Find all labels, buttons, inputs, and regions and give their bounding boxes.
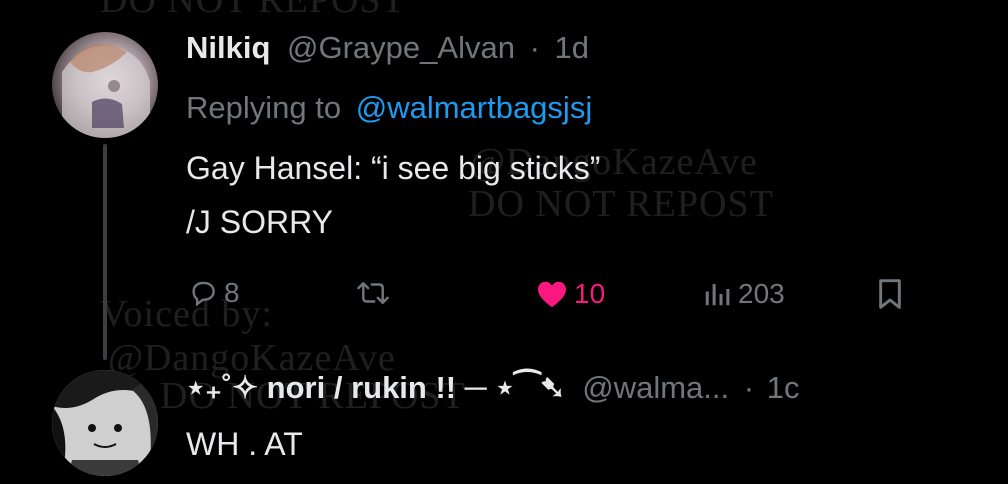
watermark-repost-mid: DO NOT REPOST [468, 183, 774, 225]
reply1-header: Nilkiq @Graype_Alvan · 1d [186, 30, 589, 66]
bookmark-icon [876, 278, 904, 310]
reply1-time[interactable]: 1d [555, 30, 589, 65]
reply1-replying-to: Replying to @walmartbagsjsj [186, 90, 592, 126]
views-action[interactable]: 203 [702, 278, 785, 310]
reply2-display-name[interactable]: ⋆₊˚✧ nori / rukin !! ─ ⋆⁀➷ [186, 370, 566, 405]
watermark-top: DO NOT REPOST [100, 0, 406, 21]
views-count: 203 [738, 278, 785, 309]
repost-icon [356, 278, 390, 308]
repost-action[interactable] [356, 278, 396, 308]
views-icon [702, 279, 732, 309]
reply1-separator: · [529, 30, 540, 65]
reply2-header: ⋆₊˚✧ nori / rukin !! ─ ⋆⁀➷ @walma... · 1… [186, 370, 799, 406]
reply1-text-line1: Gay Hansel: “i see big sticks” [186, 150, 601, 186]
reply2-handle[interactable]: @walma... [582, 370, 729, 405]
replying-to-handle[interactable]: @walmartbagsjsj [356, 90, 592, 125]
reply1-text-line2: /J SORRY [186, 204, 333, 240]
reply1-display-name[interactable]: Nilkiq [186, 30, 270, 65]
bookmark-action[interactable] [876, 278, 904, 310]
replying-to-label: Replying to [186, 90, 342, 125]
like-action[interactable]: 10 [536, 278, 605, 310]
heart-filled-icon [536, 279, 568, 309]
reply2-text: WH . AT [186, 426, 303, 462]
reply1-handle[interactable]: @Graype_Alvan [287, 30, 515, 65]
reply2-separator: · [743, 370, 755, 405]
watermark-voiced-by: Voiced by: [100, 293, 273, 335]
avatar-nori[interactable] [52, 370, 158, 476]
reply-icon [188, 278, 218, 308]
reply-count: 8 [224, 277, 240, 308]
avatar-nilkiq[interactable] [52, 32, 158, 138]
thread-line [103, 144, 107, 360]
reply2-time[interactable]: 1c [767, 370, 800, 405]
like-count: 10 [574, 278, 606, 309]
reply-action[interactable]: 8 [188, 277, 240, 309]
